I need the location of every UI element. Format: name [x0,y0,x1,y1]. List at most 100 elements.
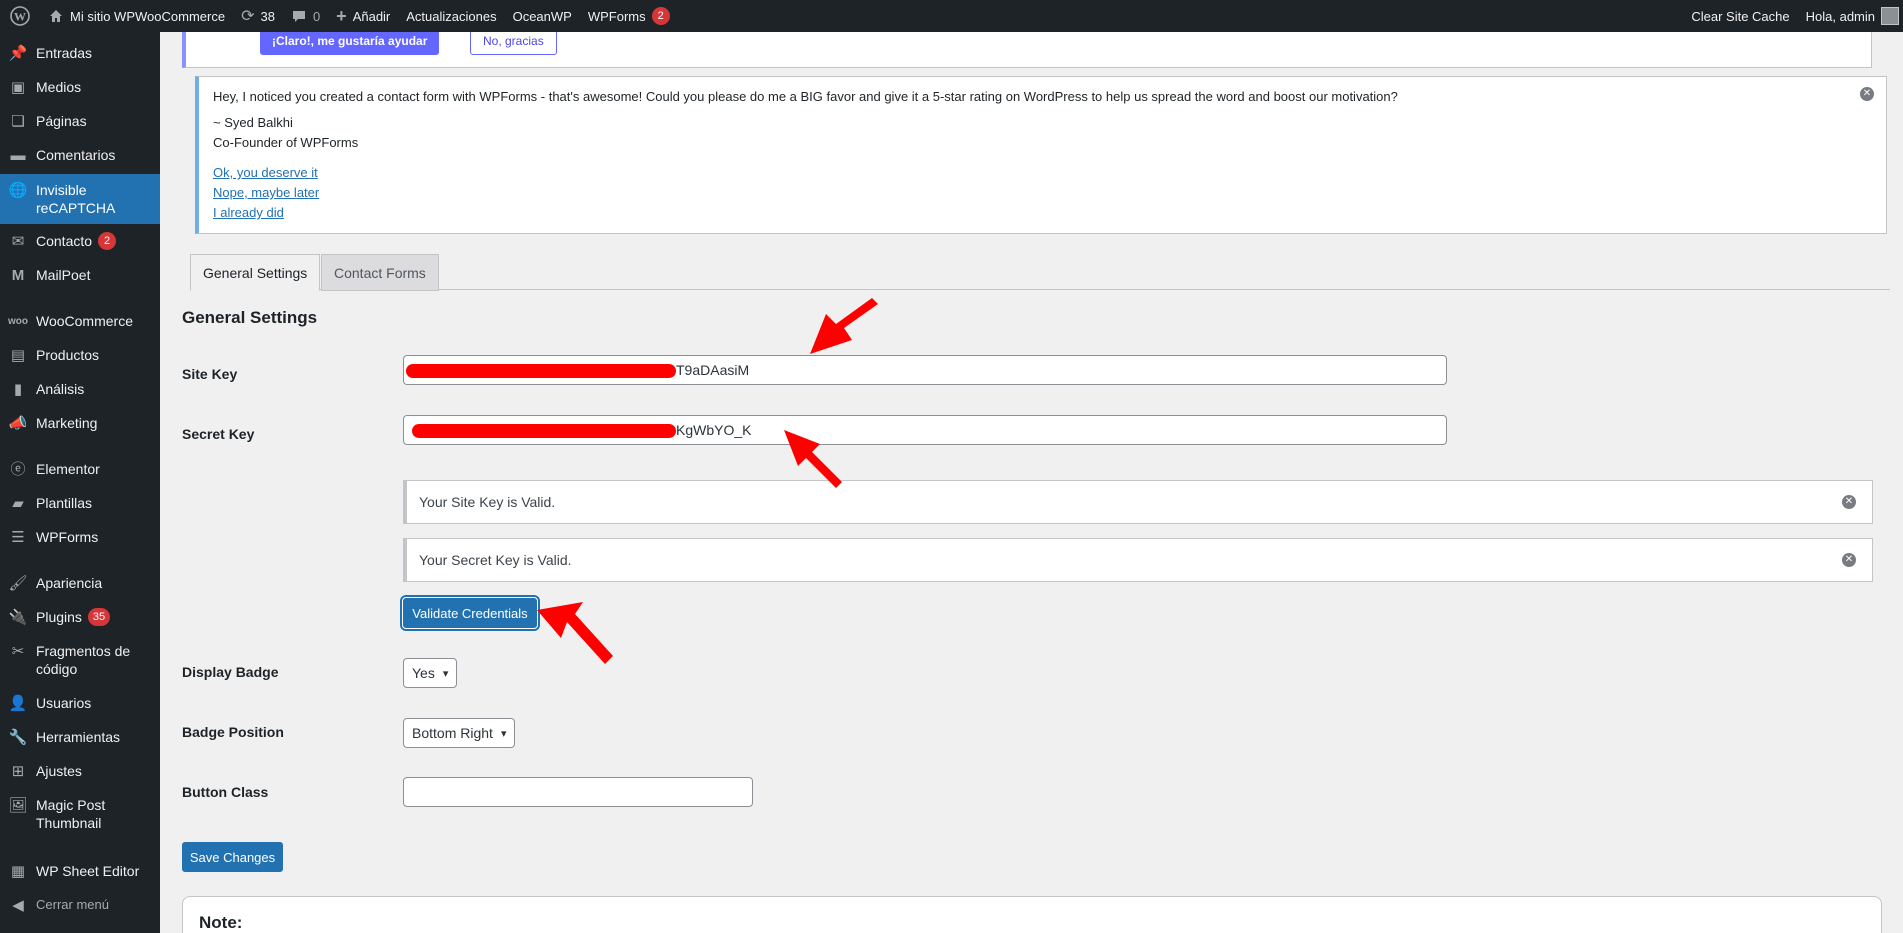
site-key-label: Site Key [182,366,238,382]
badge-position-select[interactable]: Bottom Right ▾ [403,718,516,748]
admin-bar: W Mi sitio WPWooCommerce ⟳ 38 0 + Añadir… [0,0,1903,32]
site-key-input[interactable]: T9aDAasiM [403,355,1447,385]
updates-link[interactable]: ⟳ 38 [233,0,283,32]
sidebar-item-label: Páginas [36,113,87,129]
validate-credentials-button[interactable]: Validate Credentials [403,598,537,628]
badge-position-label: Badge Position [182,724,284,740]
refresh-icon: ⟳ [241,8,255,25]
rate-later-link[interactable]: Nope, maybe later [213,183,1872,203]
sidebar-item-label: Usuarios [36,695,92,711]
sidebar-item-invisible-recaptcha[interactable]: 🌐 Invisible reCAPTCHA [0,174,160,224]
forms-icon: ☰ [11,529,25,546]
sidebar-item-label: Herramientas [36,729,121,745]
woo-icon: woo [8,316,28,327]
sidebar-item-mailpoet[interactable]: M MailPoet [0,266,160,290]
sidebar-item-entradas[interactable]: 📌 Entradas [0,44,160,68]
tab-contact-forms[interactable]: Contact Forms [321,254,439,291]
sidebar-item-fragmentos[interactable]: ✂ Fragmentos de código [0,642,160,682]
greeting-label: Hola, admin [1805,8,1875,24]
sidebar-item-wpforms[interactable]: ☰ WPForms [0,528,160,552]
settings-icon: ⊞ [11,763,25,780]
sidebar-item-plantillas[interactable]: ▰ Plantillas [0,494,160,518]
image-icon: 🖼 [8,797,28,814]
sidebar-item-plugins[interactable]: 🔌 Plugins 35 [0,608,160,632]
sidebar-item-analisis[interactable]: ▮ Análisis [0,380,160,404]
clear-site-cache-link[interactable]: Clear Site Cache [1683,0,1797,32]
sidebar-item-label: Apariencia [36,575,103,591]
wpforms-count-badge: 2 [651,7,670,25]
sidebar-item-wp-sheet-editor[interactable]: ▦ WP Sheet Editor [0,862,160,886]
dismiss-secret-key-notice-icon[interactable]: ✕ [1842,553,1856,567]
save-changes-button[interactable]: Save Changes [182,842,283,872]
add-new-link[interactable]: + Añadir [328,0,398,32]
collapse-icon: ◀ [12,897,24,914]
sidebar-item-label: Magic Post Thumbnail [36,797,106,831]
chart-icon: ▮ [13,381,23,398]
sidebar-item-label: WP Sheet Editor [36,863,140,879]
sidebar-item-contacto[interactable]: ✉ Contacto 2 [0,232,160,256]
display-badge-select[interactable]: Yes ▾ [403,658,458,688]
rate-yes-link[interactable]: Ok, you deserve it [213,163,1872,183]
dismiss-notice-icon[interactable]: ✕ [1860,87,1874,101]
sidebar-item-label: Elementor [36,461,100,477]
sidebar-item-marketing[interactable]: 📣 Marketing [0,414,160,438]
elementor-icon: ⓔ [10,461,26,478]
secret-key-input[interactable]: KgWbYO_K [403,415,1447,445]
secret-key-valid-notice: Your Secret Key is Valid. ✕ [403,538,1873,582]
sidebar-item-herramientas[interactable]: 🔧 Herramientas [0,728,160,752]
wordpress-logo-button[interactable]: W [0,0,40,32]
secret-key-value: KgWbYO_K [676,422,752,438]
oceanwp-link[interactable]: OceanWP [505,0,580,32]
sidebar-item-comentarios[interactable]: ▬ Comentarios [0,146,160,170]
wordpress-icon: W [10,6,30,26]
button-class-input[interactable] [403,777,753,807]
dismiss-site-key-notice-icon[interactable]: ✕ [1842,495,1856,509]
redaction-mark [412,424,676,438]
sidebar-item-woocommerce[interactable]: woo WooCommerce [0,312,160,336]
sidebar-item-productos[interactable]: ▤ Productos [0,346,160,370]
collapse-menu-label: Cerrar menú [36,897,109,912]
clear-cache-label: Clear Site Cache [1691,8,1790,24]
media-icon: ▣ [10,79,26,96]
help-yes-button[interactable]: ¡Claro!, me gustaría ayudar [260,32,440,55]
site-name: Mi sitio WPWooCommerce [70,8,226,24]
sidebar-item-apariencia[interactable]: 🖌 Apariencia [0,574,160,598]
add-new-label: Añadir [352,8,391,24]
sidebar-item-label: WPForms [36,529,99,545]
my-account-link[interactable]: Hola, admin [1798,0,1903,32]
updates-menu-link[interactable]: Actualizaciones [398,0,504,32]
user-icon: 👤 [8,695,28,712]
settings-tabs: General Settings Contact Forms [190,254,1890,291]
comments-icon: ▬ [10,147,26,164]
site-key-valid-notice: Your Site Key is Valid. ✕ [403,480,1873,524]
plus-icon: + [336,5,347,26]
help-no-button[interactable]: No, gracias [470,32,557,55]
sidebar-item-label: MailPoet [36,267,91,283]
collapse-menu-button[interactable]: ◀ Cerrar menú [0,896,160,920]
sidebar-item-label: Entradas [36,45,93,61]
site-name-link[interactable]: Mi sitio WPWooCommerce [40,0,233,32]
sidebar-item-magic-post-thumbnail[interactable]: 🖼 Magic Post Thumbnail [0,796,160,836]
comments-link[interactable]: 0 [283,0,328,32]
secret-key-valid-text: Your Secret Key is Valid. [419,552,572,568]
sidebar-item-ajustes[interactable]: ⊞ Ajustes [0,762,160,786]
note-box: Note: [182,896,1882,933]
rate-done-link[interactable]: I already did [213,203,1872,223]
sheet-icon: ▦ [10,863,26,880]
sidebar-item-label: Marketing [36,415,98,431]
updates-count: 38 [260,8,275,24]
site-key-valid-text: Your Site Key is Valid. [419,494,556,510]
sidebar-item-label: Comentarios [36,147,116,163]
mail-icon: ✉ [11,233,25,250]
sidebar-item-label: Fragmentos de código [36,643,131,677]
sidebar-item-paginas[interactable]: ❏ Páginas [0,112,160,136]
sidebar-item-elementor[interactable]: ⓔ Elementor [0,460,160,484]
plugins-count-badge: 35 [87,608,111,626]
badge-position-value: Bottom Right [412,725,493,741]
tab-general-settings[interactable]: General Settings [190,254,321,291]
sidebar-item-label: Plantillas [36,495,93,511]
annotation-arrow-icon [810,298,878,354]
sidebar-item-usuarios[interactable]: 👤 Usuarios [0,694,160,718]
sidebar-item-medios[interactable]: ▣ Medios [0,78,160,102]
wpforms-link[interactable]: WPForms 2 [580,0,678,32]
